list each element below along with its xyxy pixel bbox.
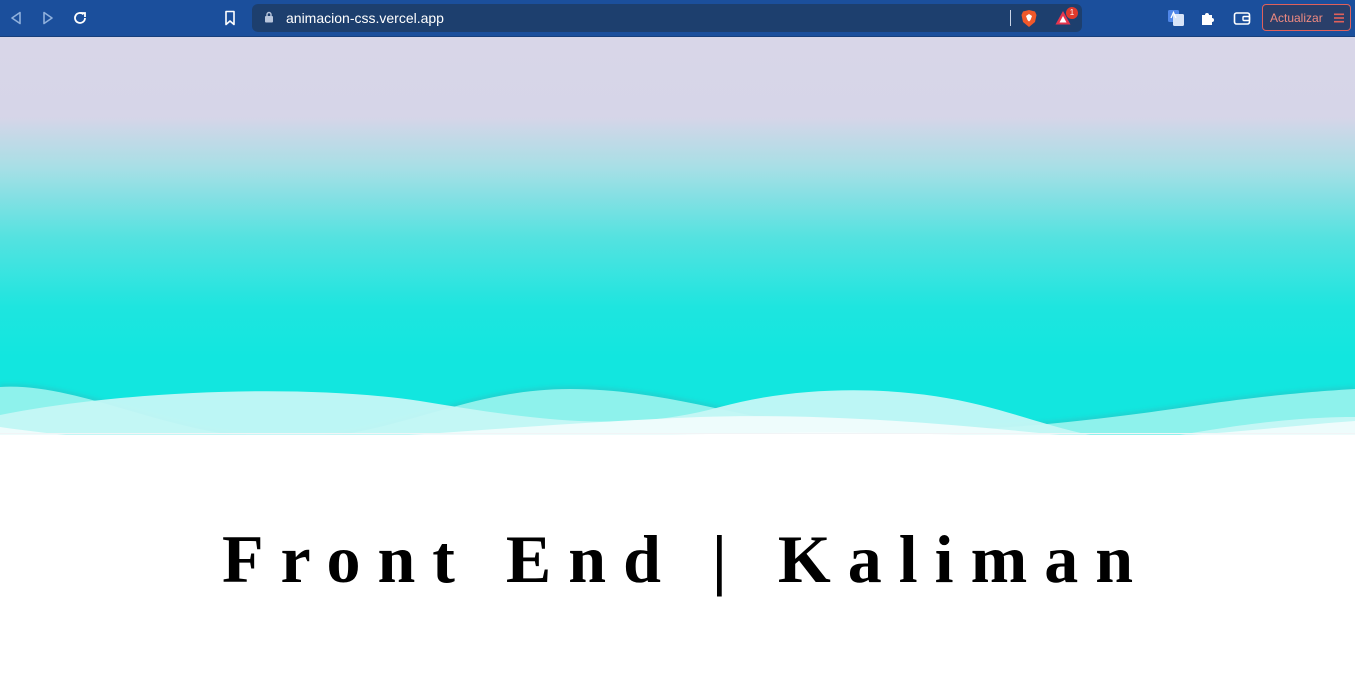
wallet-icon — [1233, 12, 1251, 25]
rewards-badge: 1 — [1066, 7, 1078, 19]
menu-icon — [1334, 13, 1344, 23]
bookmark-button[interactable] — [218, 6, 242, 30]
translate-icon — [1168, 10, 1184, 26]
back-button[interactable] — [4, 6, 28, 30]
reload-button[interactable] — [68, 6, 92, 30]
hero-divider — [0, 433, 1355, 434]
page-title: Front End | Kaliman — [221, 521, 1151, 597]
extensions-icon — [1202, 13, 1214, 25]
lock-icon — [265, 11, 273, 23]
address-bar[interactable]: animacion-css.vercel.app 1 — [252, 4, 1082, 32]
update-label: Actualizar — [1270, 11, 1323, 25]
back-icon — [11, 11, 21, 25]
url-text: animacion-css.vercel.app — [286, 10, 444, 26]
update-button[interactable]: Actualizar — [1262, 4, 1351, 31]
reload-icon — [74, 12, 86, 24]
extensions-button[interactable] — [1196, 6, 1220, 30]
hero-gradient — [0, 37, 1355, 437]
brave-shields-icon[interactable] — [1020, 9, 1038, 28]
translate-button[interactable] — [1164, 6, 1188, 30]
forward-button[interactable] — [36, 6, 60, 30]
wallet-button[interactable] — [1230, 6, 1254, 30]
forward-icon — [43, 11, 53, 25]
url-separator — [1010, 10, 1011, 26]
bookmark-icon — [225, 10, 235, 26]
wave-animation — [0, 384, 1355, 437]
browser-toolbar: animacion-css.vercel.app 1 Actualizar — [0, 0, 1355, 37]
